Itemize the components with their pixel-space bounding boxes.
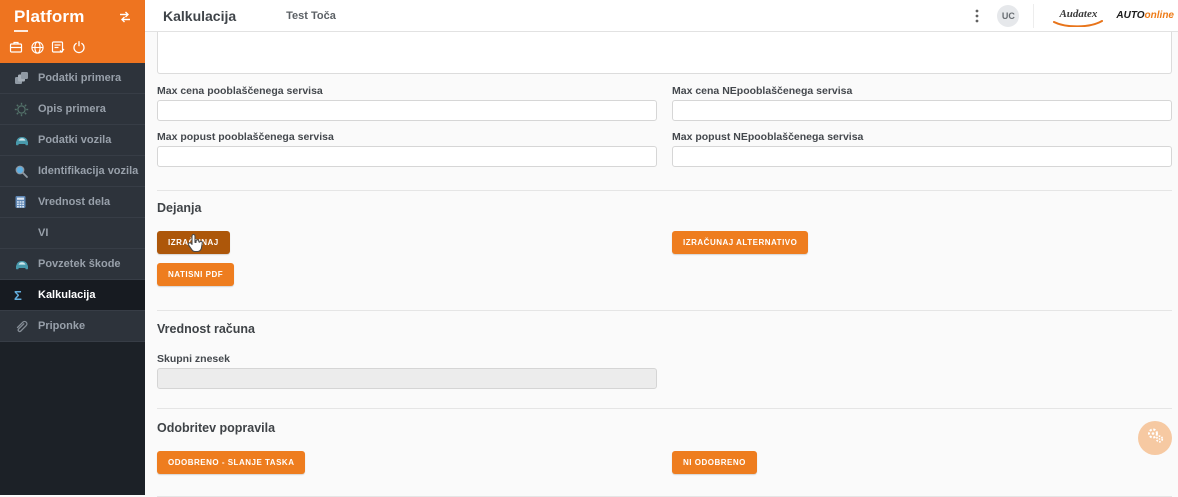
section-divider: [157, 190, 1172, 191]
collapse-sidebar-icon[interactable]: [117, 10, 133, 24]
not-approved-button[interactable]: NI ODOBRENO: [672, 451, 757, 474]
form-check-icon[interactable]: [50, 39, 66, 55]
autoonline-logo: AUTOonline: [1116, 10, 1174, 21]
brand-title: Platform: [14, 7, 85, 26]
section-divider: [157, 310, 1172, 311]
field-max-cena-nepooblascenega: Max cena NEpooblaščenega servisa: [672, 85, 1172, 121]
header-divider: [1033, 3, 1035, 28]
car-icon: [14, 132, 32, 148]
sidebar-item-label: Priponke: [38, 320, 86, 332]
max-popust-nepooblascenega-input[interactable]: [672, 146, 1172, 167]
sigma-icon: Σ: [14, 287, 22, 303]
invoice-section-title: Vrednost računa: [157, 322, 255, 336]
sidebar-item-podatki-primera[interactable]: Podatki primera: [0, 63, 145, 94]
more-options-icon[interactable]: [969, 7, 985, 25]
top-bar: Kalkulacija Test Toča UC Audatex AUTOonl…: [145, 0, 1178, 32]
sidebar-item-povzetek-skode[interactable]: Povzetek škode: [0, 249, 145, 280]
no-icon: [14, 225, 32, 241]
sidebar-item-label: Opis primera: [38, 103, 106, 115]
sidebar-item-label: Kalkulacija: [38, 289, 96, 301]
field-label: Max cena NEpooblaščenega servisa: [672, 85, 853, 97]
print-pdf-button[interactable]: NATISNI PDF: [157, 263, 235, 286]
approve-send-task-button[interactable]: ODOBRENO - SLANJE TASKA: [157, 451, 306, 474]
brand-underline: [14, 30, 28, 32]
scrolled-panel: [157, 32, 1172, 74]
max-cena-nepooblascenega-input[interactable]: [672, 100, 1172, 121]
sidebar-item-priponke[interactable]: Priponke: [0, 311, 145, 342]
field-max-popust-pooblascenega: Max popust pooblaščenega servisa: [157, 131, 657, 167]
coins-icon: [14, 70, 32, 86]
paperclip-icon: [14, 318, 32, 334]
sidebar-item-label: Podatki primera: [38, 72, 122, 84]
field-max-popust-nepooblascenega: Max popust NEpooblaščenega servisa: [672, 131, 1172, 167]
sidebar-item-kalkulacija[interactable]: Σ Kalkulacija: [0, 280, 145, 311]
page-subtitle: Test Toča: [286, 9, 336, 22]
total-amount-label: Skupni znesek: [157, 353, 230, 365]
car-icon: [14, 256, 32, 272]
audatex-logo: Audatex: [1052, 4, 1104, 27]
calculator-icon: [14, 194, 32, 210]
sidebar-item-opis-primera[interactable]: Opis primera: [0, 94, 145, 125]
sidebar-item-label: Podatki vozila: [38, 134, 112, 146]
settings-fab[interactable]: [1138, 421, 1172, 455]
total-amount-input: [157, 368, 657, 389]
field-label: Max popust pooblaščenega servisa: [157, 131, 334, 143]
approval-section-title: Odobritev popravila: [157, 421, 276, 435]
sidebar-item-label: Povzetek škode: [38, 258, 121, 270]
briefcase-icon[interactable]: [8, 39, 24, 55]
sidebar-menu: Podatki primera Opis primera Podatki voz…: [0, 63, 145, 342]
page-title: Kalkulacija: [163, 7, 237, 24]
avatar[interactable]: UC: [997, 4, 1020, 27]
field-label: Max popust NEpooblaščenega servisa: [672, 131, 864, 143]
max-cena-pooblascenega-input[interactable]: [157, 100, 657, 121]
main-content: Max cena pooblaščenega servisa Max cena …: [145, 32, 1178, 497]
sidebar-item-vrednost-dela[interactable]: Vrednost dela: [0, 187, 145, 218]
globe-icon[interactable]: [29, 39, 45, 55]
field-max-cena-pooblascenega: Max cena pooblaščenega servisa: [157, 85, 657, 121]
sidebar: Platform Podatki primera Opis primera Po…: [0, 0, 145, 495]
sidebar-item-label: Identifikacija vozila: [38, 165, 139, 177]
max-popust-pooblascenega-input[interactable]: [157, 146, 657, 167]
section-divider: [157, 408, 1172, 409]
actions-section-title: Dejanja: [157, 201, 202, 215]
gear-icon: [14, 101, 32, 117]
calculate-button[interactable]: IZRAČUNAJ: [157, 231, 230, 254]
sidebar-item-podatki-vozila[interactable]: Podatki vozila: [0, 125, 145, 156]
sidebar-item-vi[interactable]: VI: [0, 218, 145, 249]
gears-icon: [1146, 426, 1165, 450]
sidebar-item-label: Vrednost dela: [38, 196, 111, 208]
sidebar-item-identifikacija-vozila[interactable]: Identifikacija vozila: [0, 156, 145, 187]
sidebar-header: Platform: [0, 0, 145, 63]
sidebar-item-label: VI: [38, 227, 49, 239]
field-label: Max cena pooblaščenega servisa: [157, 85, 323, 97]
magnifier-icon: [14, 163, 32, 179]
calculate-alternative-button[interactable]: IZRAČUNAJ ALTERNATIVO: [672, 231, 809, 254]
power-icon[interactable]: [71, 39, 87, 55]
